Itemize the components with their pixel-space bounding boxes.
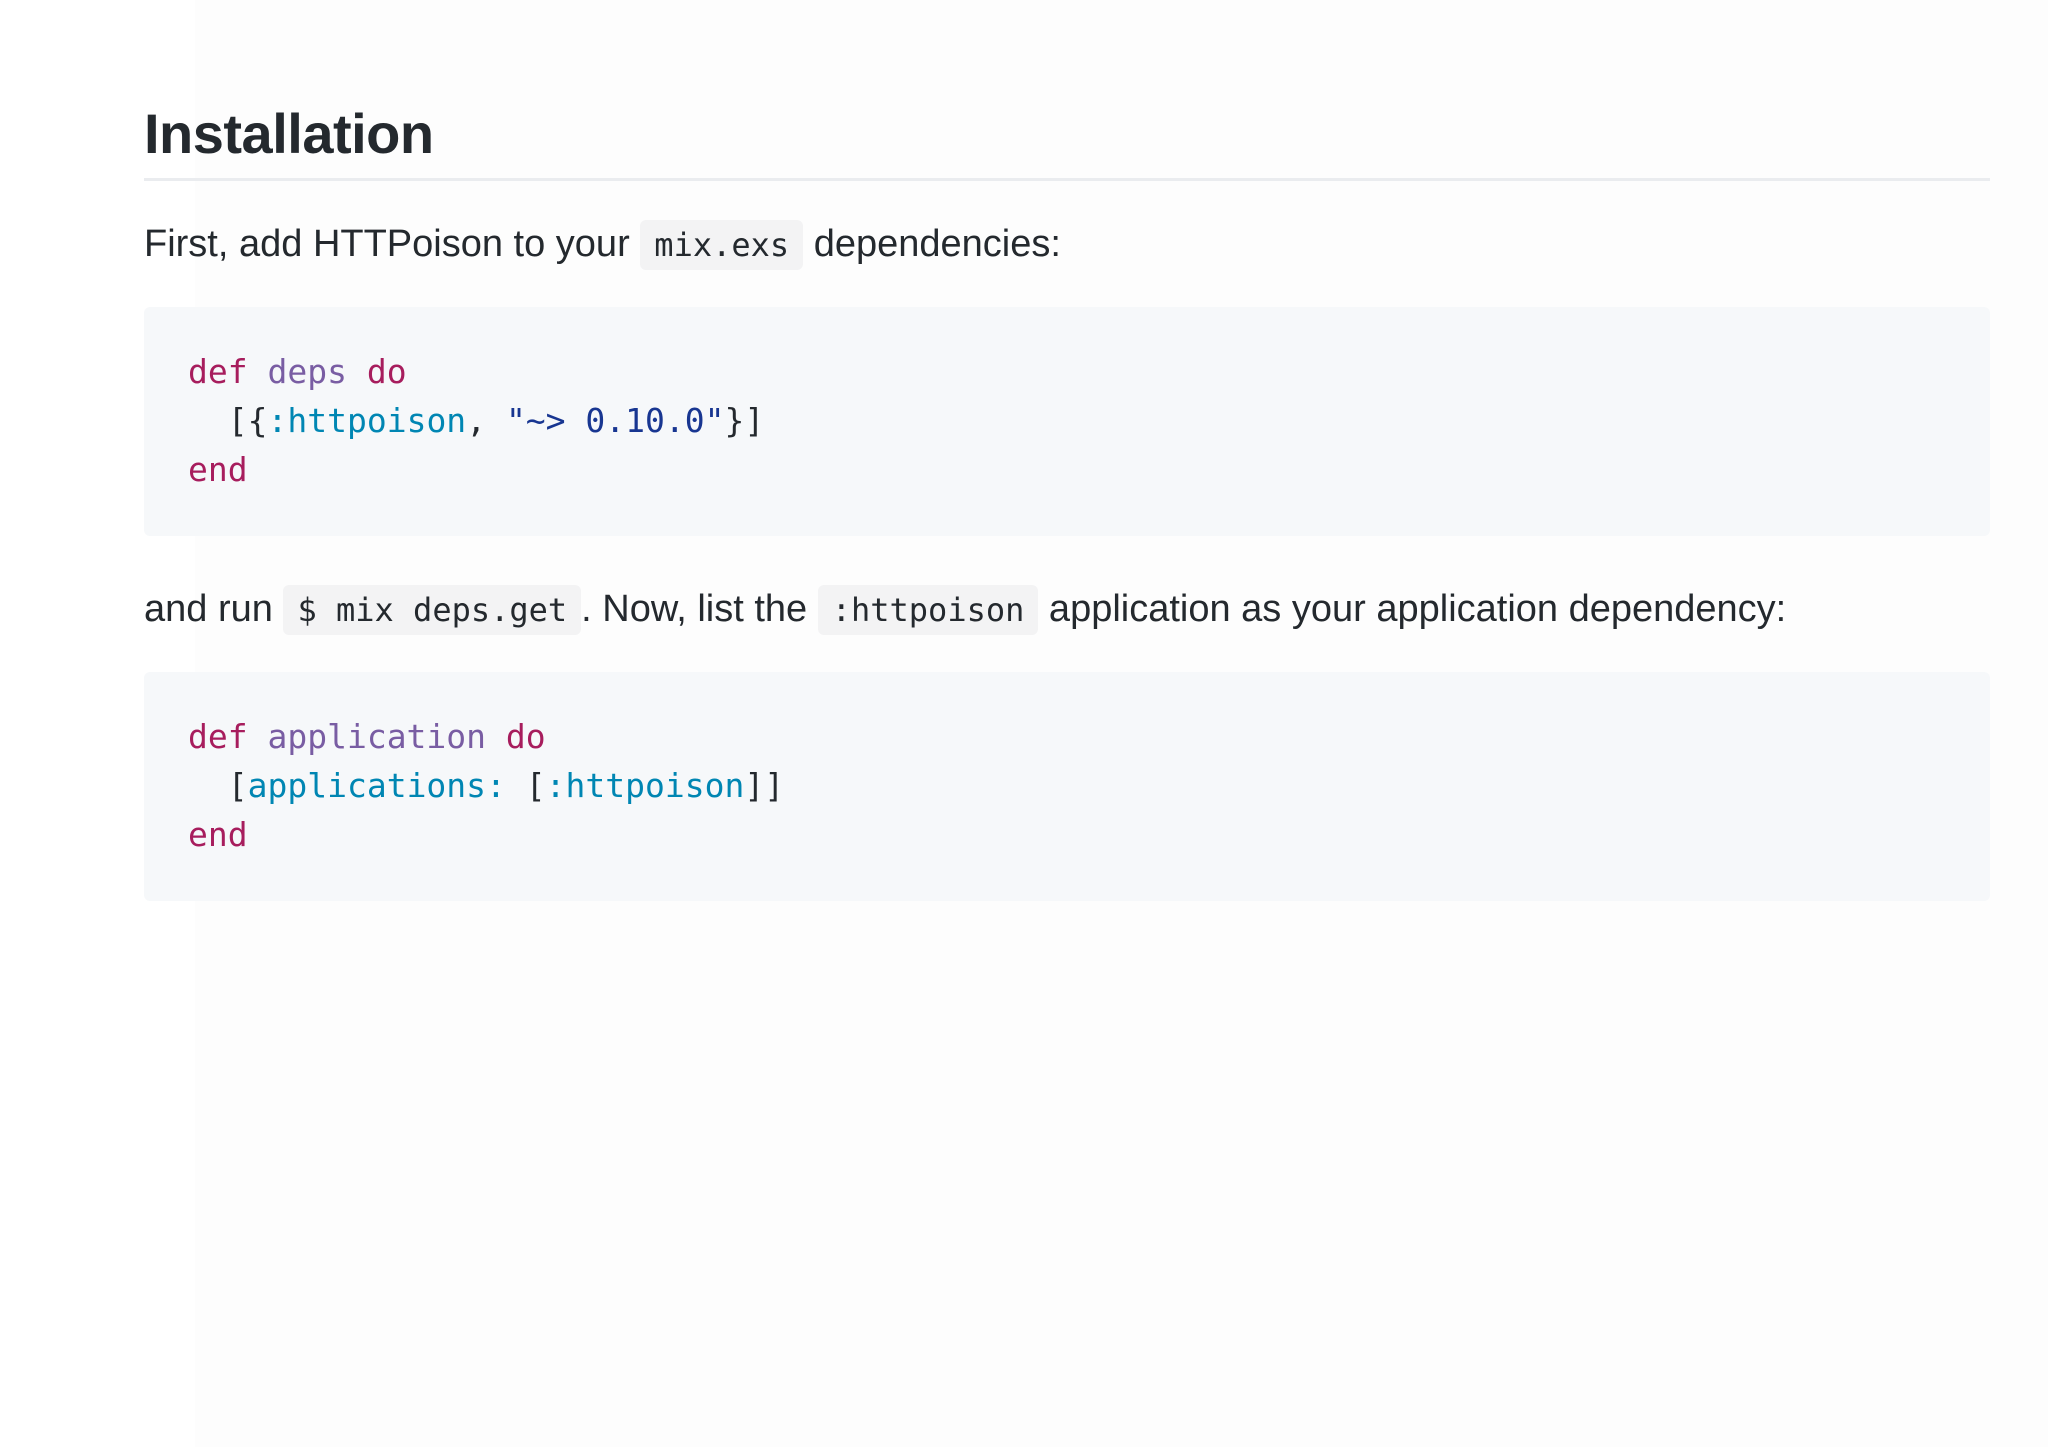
code-string: "~> 0.10.0" bbox=[505, 401, 725, 440]
code-keyword: def bbox=[188, 352, 248, 391]
code-punctuation: [ bbox=[505, 766, 546, 805]
section-heading: Installation bbox=[144, 102, 434, 165]
code-punctuation: [ bbox=[227, 766, 248, 805]
run-text-before: and run bbox=[144, 588, 284, 630]
code-keyword: end bbox=[188, 815, 248, 854]
inline-code-httpoison: :httpoison bbox=[817, 585, 1039, 635]
code-punctuation: }] bbox=[724, 401, 765, 440]
code-keyword: def bbox=[188, 717, 248, 756]
code-keyword: do bbox=[366, 352, 407, 391]
code-punctuation: , bbox=[466, 401, 506, 440]
intro-text-after: dependencies: bbox=[803, 223, 1061, 265]
code-punctuation: ]] bbox=[744, 766, 785, 805]
code-atom: :httpoison bbox=[267, 401, 467, 440]
code-atom: :httpoison bbox=[545, 766, 745, 805]
code-atom: applications: bbox=[247, 766, 506, 805]
heading-divider bbox=[144, 178, 1990, 181]
code-block-application: def application do [applications: [:http… bbox=[144, 672, 1990, 901]
code-punctuation: [{ bbox=[227, 401, 268, 440]
inline-code-deps-get: $ mix deps.get bbox=[283, 585, 582, 635]
intro-paragraph: First, add HTTPoison to your mix.exs dep… bbox=[144, 219, 1990, 270]
run-text-middle: . Now, list the bbox=[581, 588, 818, 630]
code-function-name: application bbox=[267, 717, 487, 756]
code-keyword: do bbox=[505, 717, 546, 756]
code-block-deps: def deps do [{:httpoison, "~> 0.10.0"}] … bbox=[144, 307, 1990, 536]
intro-text-before: First, add HTTPoison to your bbox=[144, 223, 641, 265]
code-function-name: deps bbox=[267, 352, 347, 391]
readme-section: Installation First, add HTTPoison to you… bbox=[144, 90, 1990, 901]
code-keyword: end bbox=[188, 450, 248, 489]
inline-code-mix-exs: mix.exs bbox=[640, 220, 804, 270]
run-text-after: application as your application dependen… bbox=[1038, 588, 1787, 630]
run-paragraph: and run $ mix deps.get. Now, list the :h… bbox=[144, 584, 1990, 635]
